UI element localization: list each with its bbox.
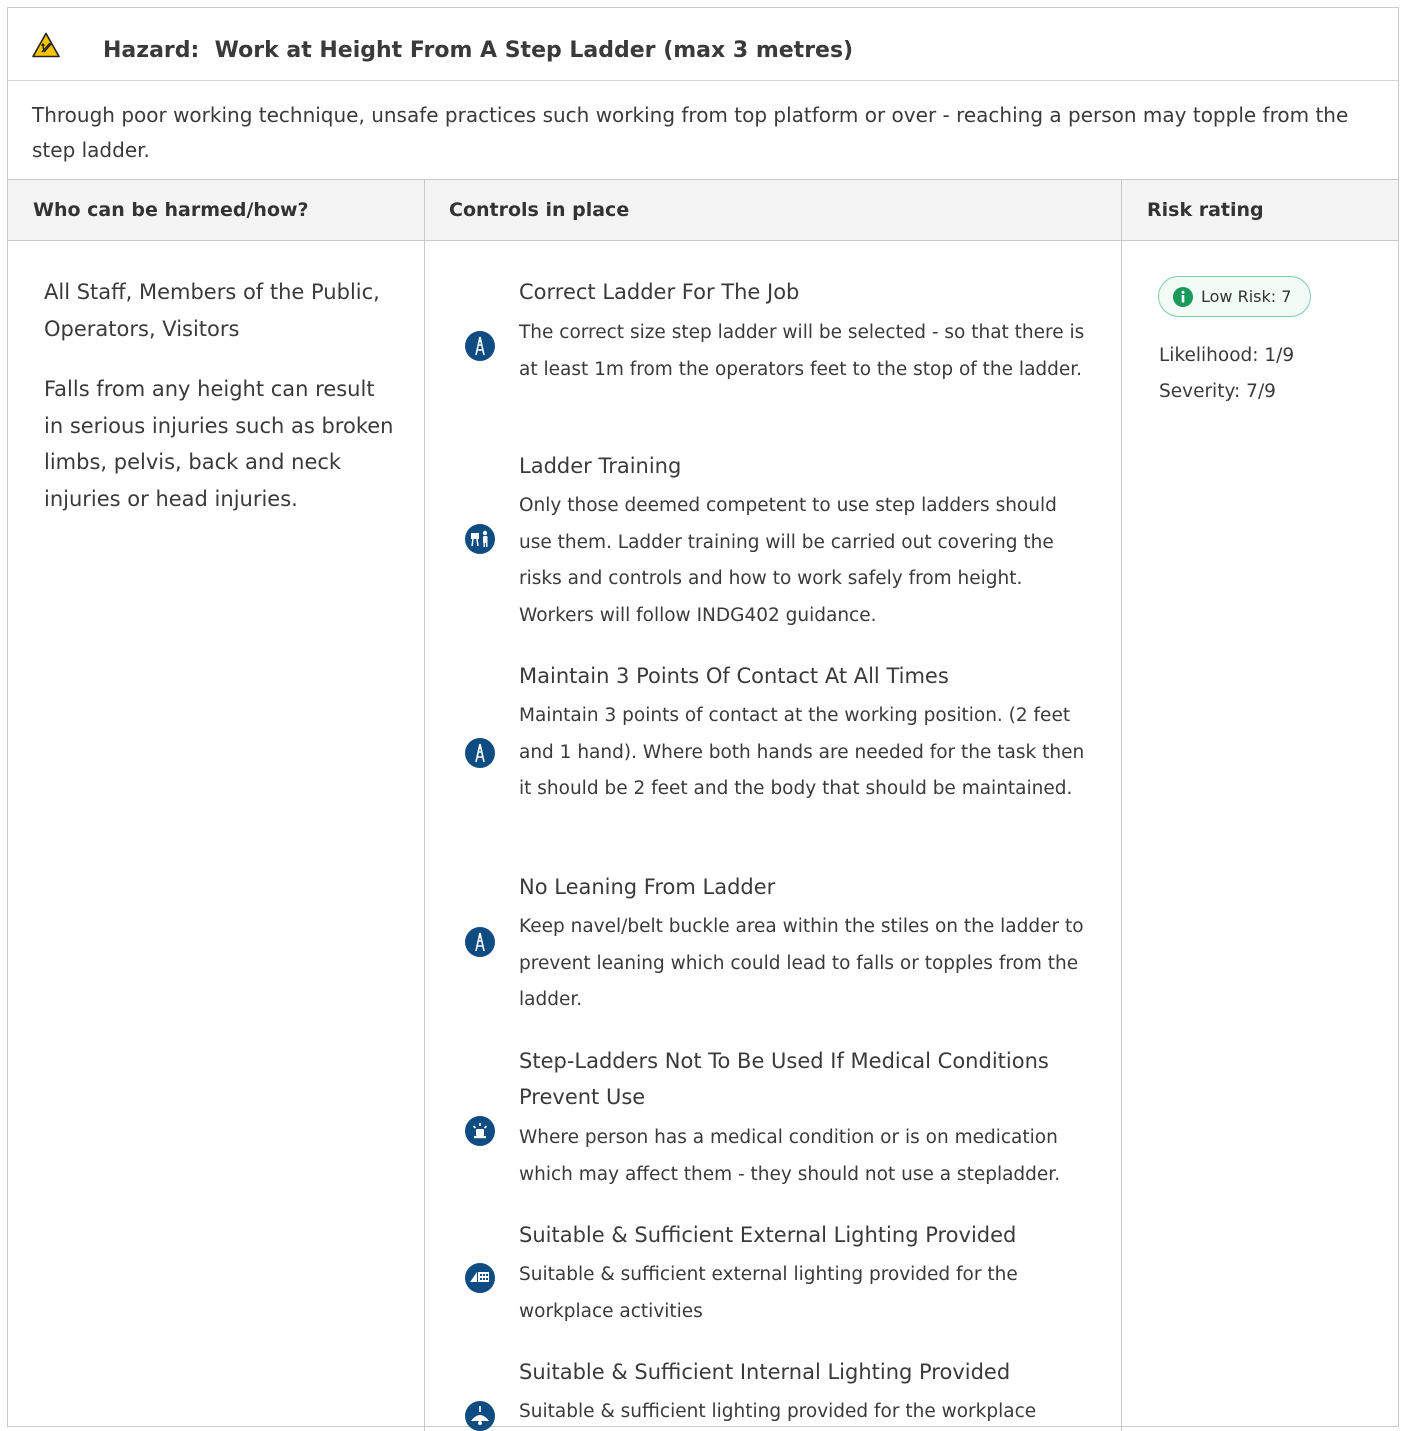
column-header-who: Who can be harmed/how? <box>8 180 425 241</box>
training-icon <box>465 524 495 554</box>
ladder-icon <box>465 738 495 768</box>
who-groups: All Staff, Members of the Public, Operat… <box>44 280 380 341</box>
info-icon <box>1173 286 1193 307</box>
control-description: Maintain 3 points of contact at the work… <box>519 705 1085 799</box>
risk-column: Low Risk: 7 Likelihood: 1/9 Severity: 7/… <box>1122 241 1398 1431</box>
who-text: All Staff, Members of the Public, Operat… <box>44 274 394 541</box>
control-title: Ladder Training <box>519 454 682 478</box>
floodlight-icon <box>465 1263 495 1293</box>
likelihood-value: Likelihood: 1/9 <box>1159 345 1295 366</box>
who-how: Falls from any height can result in seri… <box>44 377 394 511</box>
control-description: Suitable & sufficient lighting provided … <box>519 1401 1037 1422</box>
hazard-title: Hazard: Work at Height From A Step Ladde… <box>103 38 853 63</box>
control-title: Suitable & Sufficient Internal Lighting … <box>519 1360 1011 1384</box>
hazard-header: Hazard: Work at Height From A Step Ladde… <box>8 8 1398 81</box>
control-description: Only those deemed competent to use step … <box>519 495 1057 626</box>
control-description: Suitable & sufficient external lighting … <box>519 1264 1018 1322</box>
control-description: Where person has a medical condition or … <box>519 1127 1061 1185</box>
control-title: Step-Ladders Not To Be Used If Medical C… <box>519 1049 1049 1109</box>
control-description: The correct size step ladder will be sel… <box>519 322 1085 380</box>
who-column: All Staff, Members of the Public, Operat… <box>8 241 425 1431</box>
hazard-card: Hazard: Work at Height From A Step Ladde… <box>7 7 1399 1431</box>
control-description: Keep navel/belt buckle area within the s… <box>519 916 1084 1010</box>
control-title: No Leaning From Ladder <box>519 875 776 899</box>
control-title: Maintain 3 Points Of Contact At All Time… <box>519 664 949 688</box>
ceiling-lamp-icon <box>465 1401 495 1431</box>
hazard-name: Work at Height From A Step Ladder (max 3… <box>214 38 854 63</box>
control-title: Suitable & Sufficient External Lighting … <box>519 1223 1017 1247</box>
warning-icon <box>32 32 60 58</box>
risk-badge: Low Risk: 7 <box>1158 276 1311 317</box>
column-header-risk: Risk rating <box>1122 180 1398 241</box>
control-title: Correct Ladder For The Job <box>519 280 800 304</box>
severity-value: Severity: 7/9 <box>1159 381 1276 402</box>
hazard-prefix: Hazard: <box>103 38 200 63</box>
ladder-icon <box>465 331 495 361</box>
controls-column: Correct Ladder For The Job The correct s… <box>425 241 1122 1431</box>
alarm-icon <box>465 1116 495 1146</box>
risk-badge-label: Low Risk: 7 <box>1201 287 1292 306</box>
ladder-icon <box>465 927 495 957</box>
column-header-controls: Controls in place <box>425 180 1122 241</box>
hazard-description: Through poor working technique, unsafe p… <box>8 81 1398 180</box>
